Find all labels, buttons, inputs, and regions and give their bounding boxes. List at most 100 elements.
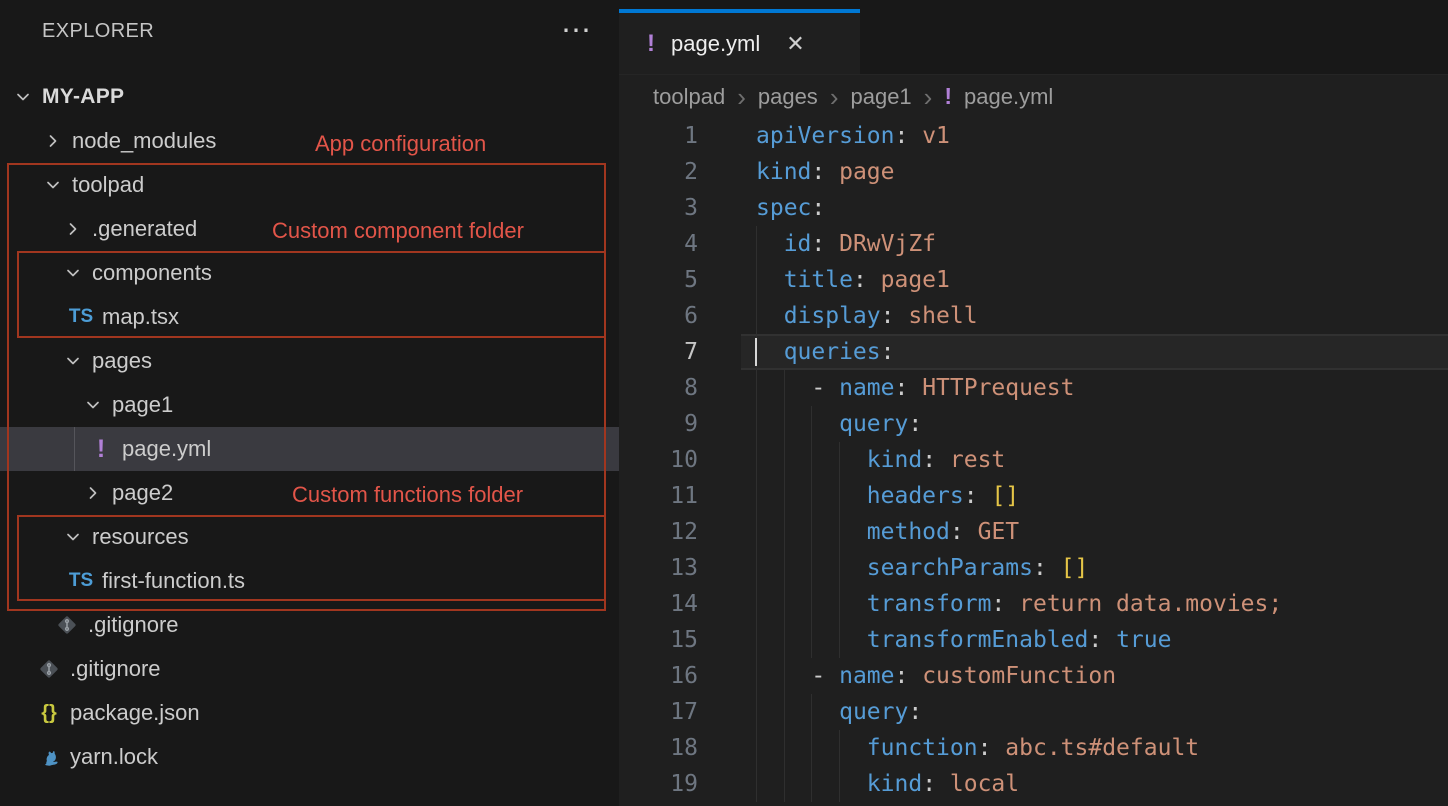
tree-item-label: MY-APP	[42, 85, 124, 109]
code-text: transformEnabled: true	[867, 622, 1172, 658]
tree-item-label: yarn.lock	[70, 744, 158, 770]
code-area[interactable]: 1apiVersion: v12 kind: page3spec:4id: DRw…	[619, 118, 1448, 802]
line-number: 14	[619, 586, 698, 622]
indent-guide	[756, 766, 757, 802]
indent-guide	[756, 298, 757, 334]
code-line-6[interactable]: 6display: shell	[619, 298, 1448, 334]
tree-item-page2[interactable]: page2	[0, 471, 619, 515]
code-text: transform: return data.movies;	[867, 586, 1282, 622]
indent-guide	[756, 226, 757, 262]
more-actions-icon[interactable]: ⋯	[561, 16, 593, 46]
indent-guide	[784, 658, 785, 694]
code-text: display: shell	[784, 298, 978, 334]
indent-guide	[756, 658, 757, 694]
code-line-5[interactable]: 5title: page1	[619, 262, 1448, 298]
code-line-3[interactable]: 3spec:	[619, 190, 1448, 226]
code-text: kind: local	[867, 766, 1019, 802]
indent-guide	[756, 370, 757, 406]
indent-guide	[839, 766, 840, 802]
tree-item-label: package.json	[70, 700, 200, 726]
tree-item-toolpad[interactable]: toolpad	[0, 163, 619, 207]
vscode-window: EXPLORER ⋯ MY-APPnode_modulestoolpad.gen…	[0, 0, 1448, 806]
chevron-down-icon	[42, 174, 64, 196]
breadcrumb-separator-icon: ›	[830, 84, 839, 110]
typescript-file-icon: TS	[66, 568, 96, 594]
code-text: apiVersion: v1	[756, 118, 950, 154]
breadcrumb-page-yml[interactable]: page.yml	[964, 84, 1053, 110]
line-number: 11	[619, 478, 698, 514]
indent-guide	[839, 550, 840, 586]
tree-item-label: components	[92, 260, 212, 286]
code-line-7[interactable]: 7queries:	[619, 334, 1448, 370]
indent-guide	[756, 514, 757, 550]
breadcrumb-page1[interactable]: page1	[850, 84, 911, 110]
code-line-16[interactable]: 16- name: customFunction	[619, 658, 1448, 694]
tree-item-map-tsx[interactable]: TSmap.tsx	[0, 295, 619, 339]
code-text: query:	[839, 406, 922, 442]
indent-guide	[811, 514, 812, 550]
tree-item-yarn-lock[interactable]: yarn.lock	[0, 735, 619, 779]
tree-item-label: first-function.ts	[102, 568, 245, 594]
chevron-down-icon	[62, 262, 84, 284]
tree-item-first-function-ts[interactable]: TSfirst-function.ts	[0, 559, 619, 603]
code-line-14[interactable]: 14 transform: return data.movies;	[619, 586, 1448, 622]
tree-item-page1[interactable]: page1	[0, 383, 619, 427]
tree-item-label: page2	[112, 480, 173, 506]
tree-item--gitignore[interactable]: .gitignore	[0, 603, 619, 647]
tree-item--gitignore[interactable]: .gitignore	[0, 647, 619, 691]
tree-item-pages[interactable]: pages	[0, 339, 619, 383]
line-number: 17	[619, 694, 698, 730]
code-line-11[interactable]: 11headers: []	[619, 478, 1448, 514]
code-text: kind: page	[756, 154, 894, 190]
tree-item--generated[interactable]: .generated	[0, 207, 619, 251]
tree-item-label: page1	[112, 392, 173, 418]
tree-item-page-yml[interactable]: !page.yml	[0, 427, 619, 471]
tree-item-node-modules[interactable]: node_modules	[0, 119, 619, 163]
indent-guide	[811, 406, 812, 442]
tab-label: page.yml	[671, 31, 760, 57]
code-line-13[interactable]: 13 searchParams: []	[619, 550, 1448, 586]
editor-group: ! page.yml ✕ toolpad › pages › page1 › !…	[619, 0, 1448, 806]
code-line-2[interactable]: 2 kind: page	[619, 154, 1448, 190]
chevron-right-icon	[42, 130, 64, 152]
breadcrumb-pages[interactable]: pages	[758, 84, 818, 110]
code-line-19[interactable]: 19kind: local	[619, 766, 1448, 802]
indent-guide	[756, 406, 757, 442]
yarn-file-icon	[34, 744, 64, 770]
tab-page-yml[interactable]: ! page.yml ✕	[619, 9, 860, 74]
tree-item-resources[interactable]: resources	[0, 515, 619, 559]
code-line-8[interactable]: 8- name: HTTPrequest	[619, 370, 1448, 406]
indent-guide	[784, 730, 785, 766]
code-line-1[interactable]: 1apiVersion: v1	[619, 118, 1448, 154]
yaml-warning-icon: !	[86, 436, 116, 462]
code-line-9[interactable]: 9query:	[619, 406, 1448, 442]
code-line-17[interactable]: 17query:	[619, 694, 1448, 730]
code-text: searchParams: []	[867, 550, 1089, 586]
code-line-4[interactable]: 4id: DRwVjZf	[619, 226, 1448, 262]
line-number: 16	[619, 658, 698, 694]
indent-guide	[784, 406, 785, 442]
tab-bar: ! page.yml ✕	[619, 0, 1448, 75]
tree-item-my-app[interactable]: MY-APP	[0, 75, 619, 119]
tree-item-label: resources	[92, 524, 189, 550]
indent-guide	[784, 442, 785, 478]
chevron-down-icon	[62, 526, 84, 548]
line-number: 13	[619, 550, 698, 586]
tree-item-components[interactable]: components	[0, 251, 619, 295]
explorer-header: EXPLORER ⋯	[0, 0, 619, 62]
breadcrumb-toolpad[interactable]: toolpad	[653, 84, 725, 110]
indent-guide	[839, 442, 840, 478]
code-line-12[interactable]: 12method: GET	[619, 514, 1448, 550]
code-text: kind: rest	[867, 442, 1005, 478]
tree-item-package-json[interactable]: {}package.json	[0, 691, 619, 735]
explorer-title: EXPLORER	[42, 20, 154, 43]
code-line-15[interactable]: 15transformEnabled: true	[619, 622, 1448, 658]
code-line-18[interactable]: 18function: abc.ts#default	[619, 730, 1448, 766]
line-number: 2	[619, 154, 698, 190]
code-line-10[interactable]: 10kind: rest	[619, 442, 1448, 478]
indent-guide	[811, 622, 812, 658]
close-tab-icon[interactable]: ✕	[786, 31, 804, 57]
code-text: title: page1	[784, 262, 950, 298]
tree-item-label: map.tsx	[102, 304, 179, 330]
indent-guide	[756, 550, 757, 586]
